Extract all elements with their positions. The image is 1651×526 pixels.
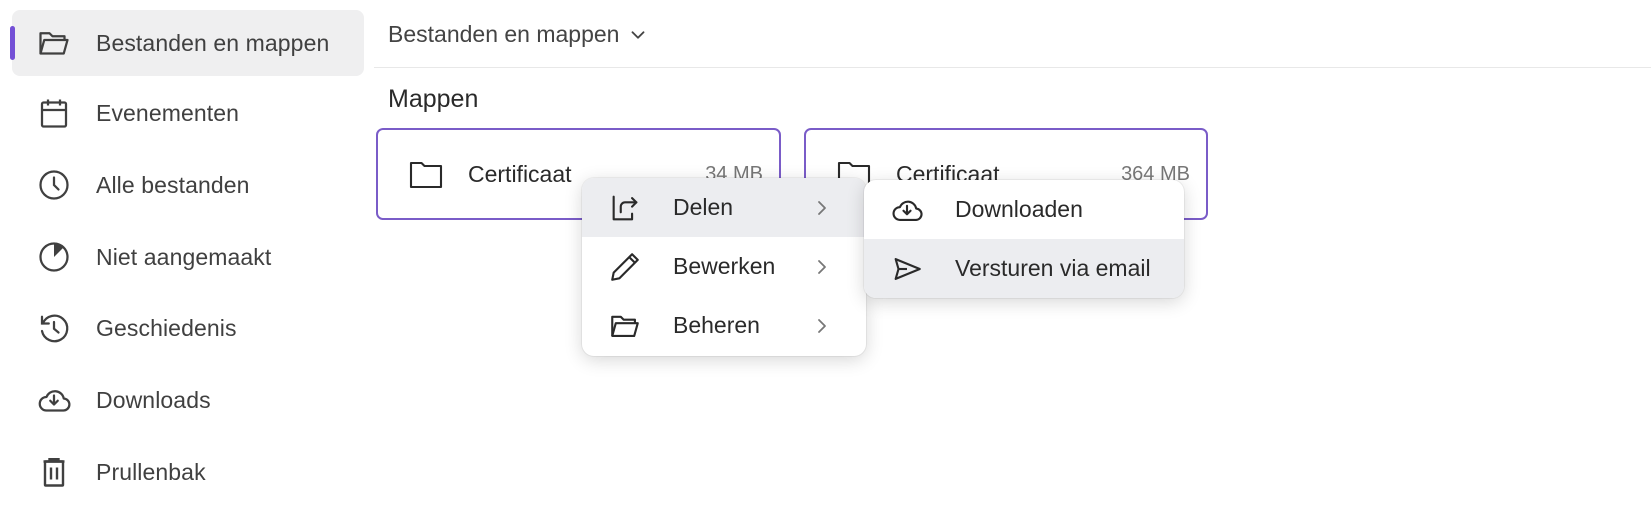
trash-icon <box>36 454 72 490</box>
chevron-down-icon <box>632 30 645 39</box>
chevron-right-icon <box>814 316 830 336</box>
sidebar-item-label: Alle bestanden <box>96 171 250 198</box>
clock-icon <box>36 167 72 203</box>
submenu-item-versturen-via-email[interactable]: Versturen via email <box>864 239 1184 298</box>
cloud-download-icon <box>890 193 924 227</box>
folder-open-icon <box>36 25 72 61</box>
history-icon <box>36 310 72 346</box>
sidebar-item-label: Bestanden en mappen <box>96 29 330 56</box>
folder-open-icon <box>608 309 642 343</box>
context-menu: Delen Bewerken Beheren <box>582 178 866 356</box>
sidebar-item-label: Downloads <box>96 386 211 413</box>
location-dropdown[interactable]: Bestanden en mappen <box>388 21 649 48</box>
sidebar-item-niet-aangemaakt[interactable]: Niet aangemaakt <box>12 224 364 290</box>
sidebar-item-bestanden-en-mappen[interactable]: Bestanden en mappen <box>10 10 364 76</box>
sidebar-item-label: Evenementen <box>96 99 240 126</box>
header: Bestanden en mappen <box>374 0 1651 68</box>
menu-item-label: Bewerken <box>673 253 776 279</box>
share-submenu: Downloaden Versturen via email <box>864 180 1184 298</box>
menu-item-label: Delen <box>673 194 734 220</box>
send-icon <box>890 252 924 286</box>
section-title: Mappen <box>388 85 479 113</box>
menu-item-bewerken[interactable]: Bewerken <box>582 237 866 296</box>
pencil-icon <box>608 250 642 284</box>
calendar-icon <box>36 95 72 131</box>
menu-item-beheren[interactable]: Beheren <box>582 296 866 355</box>
sidebar-item-label: Prullenbak <box>96 458 206 485</box>
sidebar-item-prullenbak[interactable]: Prullenbak <box>12 439 364 505</box>
sidebar-item-evenementen[interactable]: Evenementen <box>12 80 364 146</box>
folder-icon <box>408 160 444 190</box>
pie-chart-icon <box>36 239 72 275</box>
sidebar-item-label: Niet aangemaakt <box>96 243 272 270</box>
share-icon <box>608 191 642 225</box>
menu-item-label: Downloaden <box>955 196 1083 222</box>
page-title: Bestanden en mappen <box>388 21 620 47</box>
submenu-item-downloaden[interactable]: Downloaden <box>864 180 1184 239</box>
active-indicator <box>10 26 15 60</box>
cloud-download-icon <box>36 382 72 418</box>
sidebar-item-geschiedenis[interactable]: Geschiedenis <box>12 295 364 361</box>
chevron-right-icon <box>814 257 830 277</box>
folder-name: Certificaat <box>468 161 572 187</box>
sidebar-item-alle-bestanden[interactable]: Alle bestanden <box>12 152 364 218</box>
chevron-right-icon <box>814 198 830 218</box>
sidebar-item-label: Geschiedenis <box>96 314 237 341</box>
sidebar-item-downloads[interactable]: Downloads <box>12 367 364 433</box>
sidebar: Bestanden en mappen Evenementen Alle bes… <box>0 0 366 526</box>
menu-item-delen[interactable]: Delen <box>582 178 866 237</box>
menu-item-label: Beheren <box>673 312 760 338</box>
menu-item-label: Versturen via email <box>955 255 1151 281</box>
